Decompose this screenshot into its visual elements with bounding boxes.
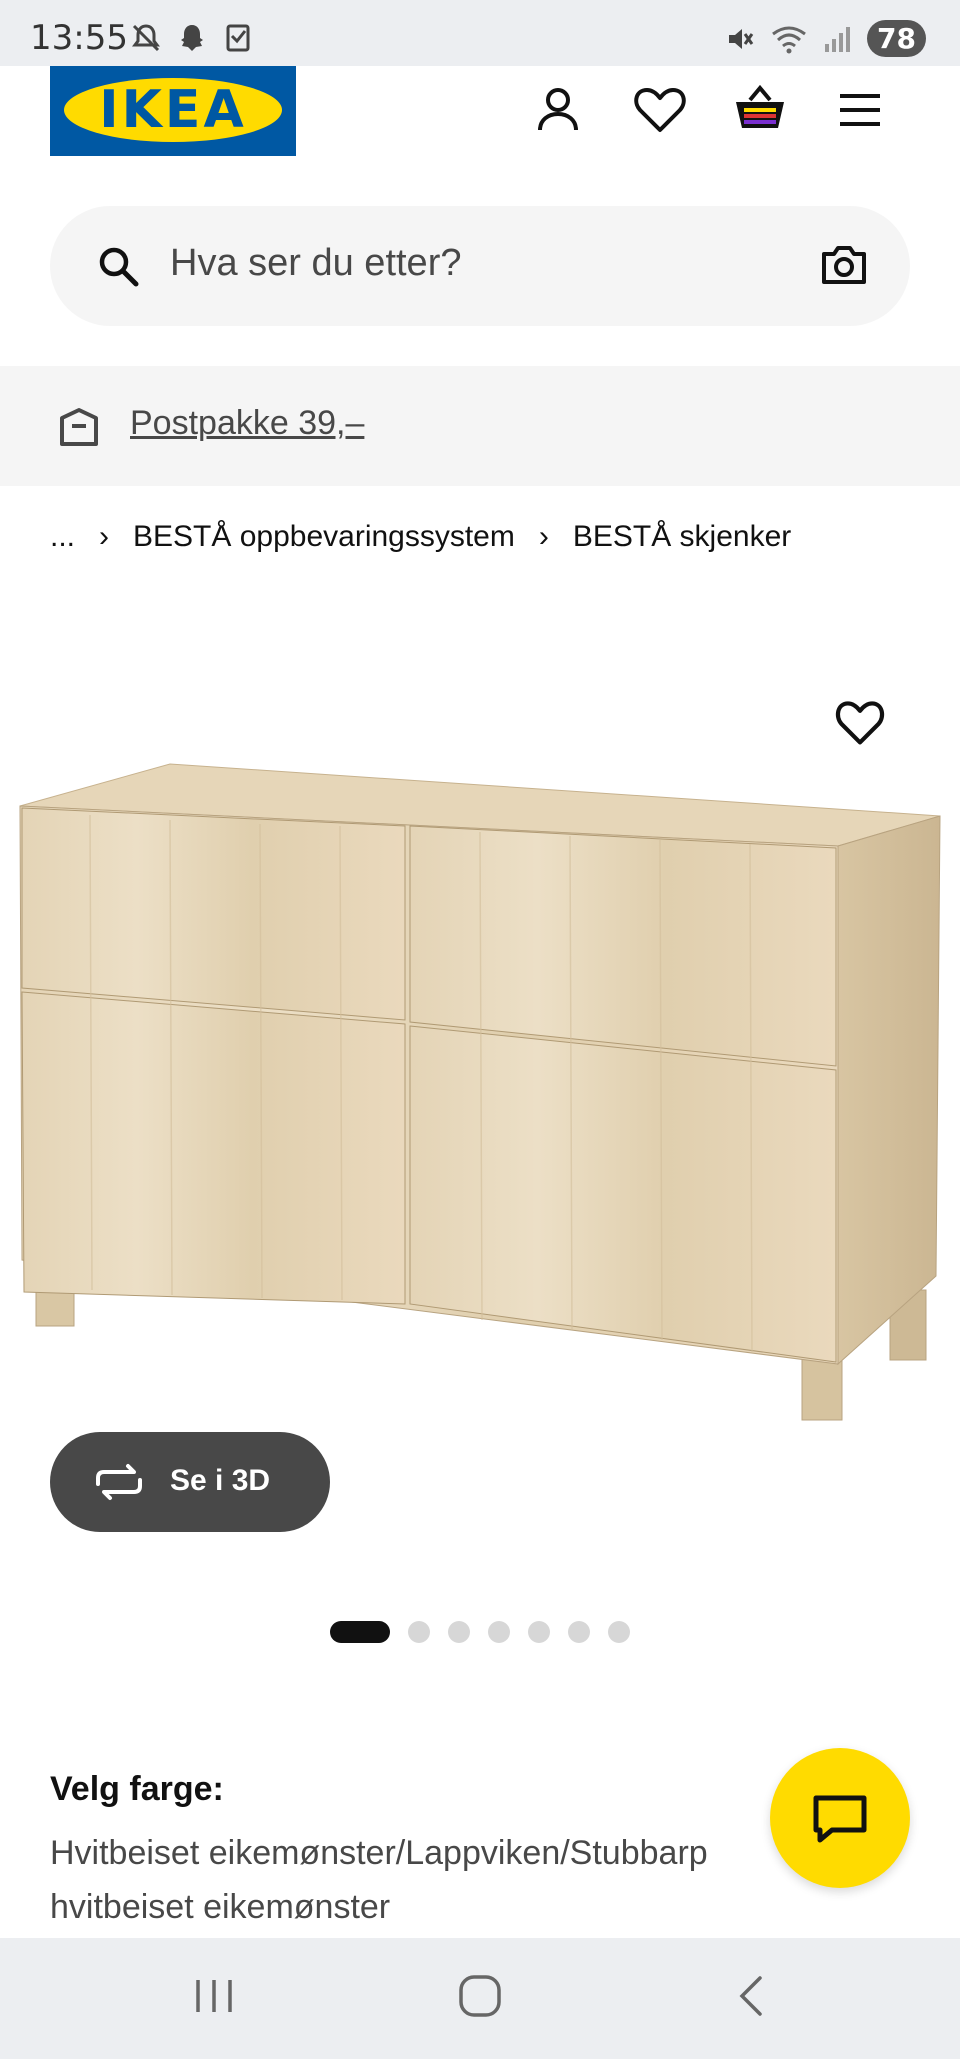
home-icon[interactable] (456, 1972, 504, 2020)
battery-indicator: 78 (867, 20, 926, 57)
site-header: IKEA (0, 66, 960, 166)
chevron-right-icon: › (538, 520, 549, 553)
color-selector-title: Velg farge: (50, 1770, 224, 1808)
breadcrumb-item-sideboards[interactable]: BESTÅ skjenker (573, 520, 791, 554)
carousel-dot[interactable] (568, 1621, 590, 1643)
breadcrumb-item-ellipsis[interactable]: ... (50, 520, 75, 554)
carousel-dot[interactable] (488, 1621, 510, 1643)
selected-color-value[interactable]: Hvitbeiset eikemønster/Lappviken/Stubbar… (50, 1826, 810, 1934)
carousel-dot[interactable] (408, 1621, 430, 1643)
wifi-icon (772, 26, 806, 53)
chevron-right-icon: › (99, 520, 110, 553)
search-bar[interactable]: Hva ser du etter? (50, 206, 910, 326)
status-system-icons: 78 (725, 20, 926, 57)
carousel-dot[interactable] (330, 1621, 390, 1643)
profile-icon[interactable] (528, 80, 588, 140)
view-in-3d-button[interactable]: Se i 3D (50, 1432, 330, 1532)
app-notification-icon (226, 24, 250, 52)
hamburger-menu-icon[interactable] (830, 80, 890, 140)
search-icon (99, 247, 139, 287)
add-to-favourites-heart-icon[interactable] (832, 696, 888, 748)
breadcrumb: ... › BESTÅ oppbevaringssystem › BESTÅ s… (50, 520, 791, 554)
status-bar: 13:55 78 (0, 0, 960, 66)
back-icon[interactable] (728, 1972, 776, 2020)
shopping-basket-icon[interactable] (730, 80, 790, 140)
snapchat-icon (181, 25, 203, 51)
status-notification-icons (130, 22, 254, 54)
product-image-gallery[interactable] (0, 640, 960, 1540)
status-time: 13:55 (30, 18, 128, 58)
carousel-dot[interactable] (528, 1621, 550, 1643)
signal-icon (825, 26, 851, 52)
search-input[interactable]: Hva ser du etter? (170, 242, 461, 285)
carousel-dot[interactable] (448, 1621, 470, 1643)
logo-text: IKEA (99, 80, 247, 140)
breadcrumb-item-storage-system[interactable]: BESTÅ oppbevaringssystem (133, 520, 515, 554)
mute-icon (729, 28, 754, 49)
view-in-3d-label: Se i 3D (170, 1464, 271, 1497)
parcel-icon (60, 408, 98, 446)
shipping-banner: Postpakke 39,– (0, 366, 960, 486)
carousel-dot[interactable] (608, 1621, 630, 1643)
chat-icon (813, 1795, 867, 1843)
notifications-off-icon (132, 24, 160, 52)
recent-apps-icon[interactable] (190, 1972, 238, 2020)
ikea-logo[interactable]: IKEA (50, 66, 296, 156)
system-navigation-bar (0, 1938, 960, 2059)
image-carousel-indicator[interactable] (330, 1620, 630, 1644)
rotate-3d-icon (96, 1464, 142, 1500)
favourites-heart-icon[interactable] (630, 80, 690, 140)
chat-button[interactable] (770, 1748, 910, 1888)
camera-search-icon[interactable] (820, 242, 868, 286)
product-image (19, 763, 941, 1421)
shipping-link[interactable]: Postpakke 39,– (130, 404, 364, 443)
